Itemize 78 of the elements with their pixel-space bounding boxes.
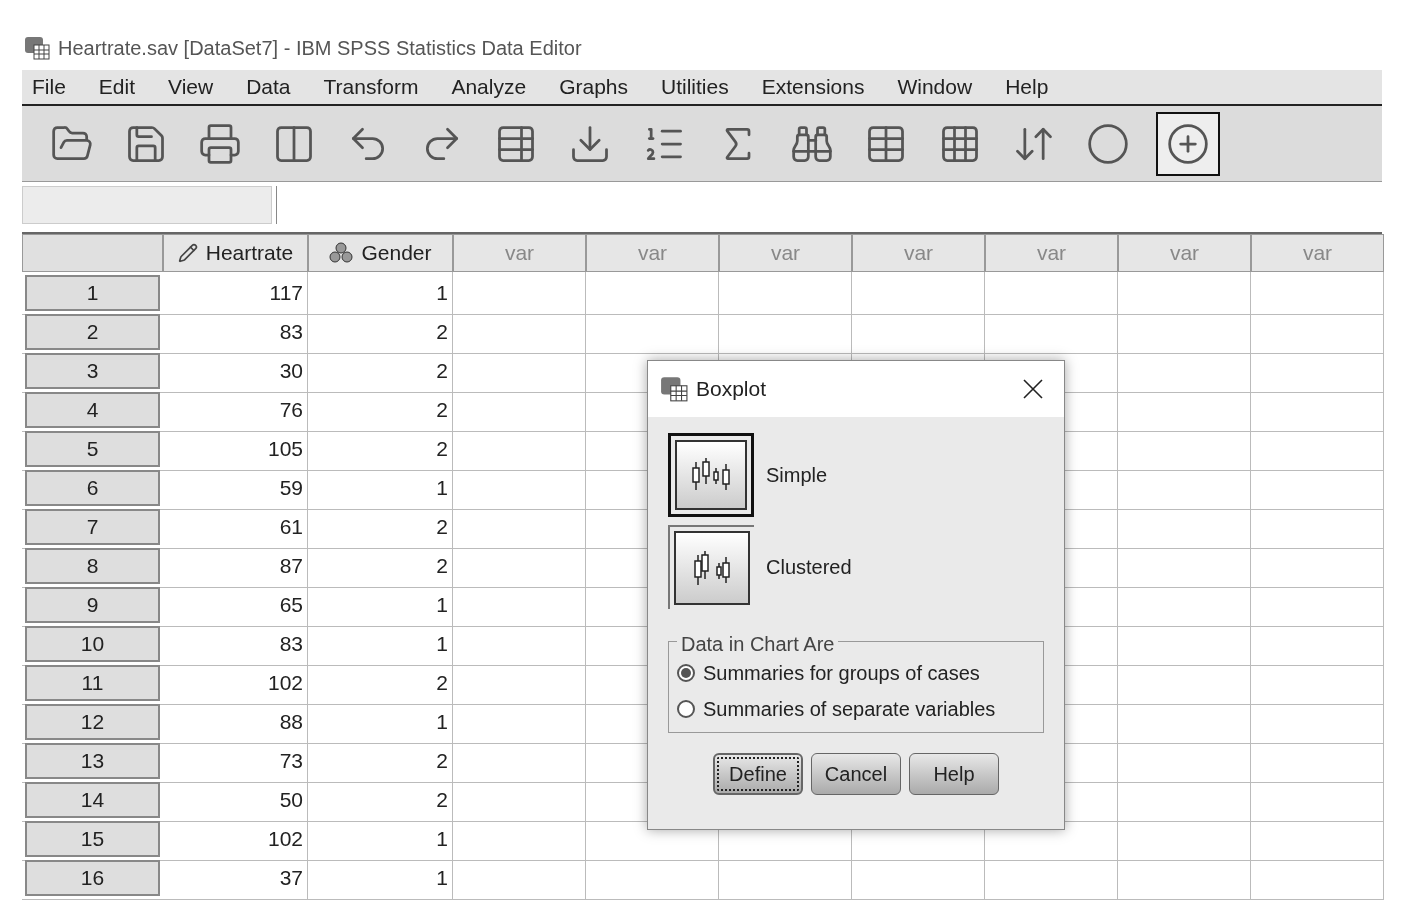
table-cell: 65 — [163, 584, 308, 627]
row-header[interactable]: 14 — [25, 782, 160, 818]
row-header[interactable]: 11 — [25, 665, 160, 701]
table-cell: 2 — [308, 506, 453, 549]
row-header[interactable]: 13 — [25, 743, 160, 779]
row-header[interactable]: 3 — [25, 353, 160, 389]
table-cell: 2 — [308, 389, 453, 432]
table-cell: 102 — [163, 662, 308, 705]
chart-type-label: Simple — [766, 463, 828, 488]
table-cell: 102 — [163, 818, 308, 861]
menu-item[interactable]: Edit — [88, 71, 146, 103]
table-cell: 1 — [308, 584, 453, 627]
chart-type-button[interactable] — [668, 433, 754, 517]
table-cell: 83 — [163, 623, 308, 666]
close-icon[interactable] — [1022, 378, 1044, 400]
column-header[interactable]: Gender — [308, 234, 453, 272]
radio-label: Summaries of separate variables — [703, 697, 996, 722]
table-cell: 1 — [308, 701, 453, 744]
menu-item[interactable]: Data — [236, 71, 301, 103]
row-header[interactable]: 6 — [25, 470, 160, 506]
radio-label: Summaries for groups of cases — [703, 661, 980, 686]
table-cell: 59 — [163, 467, 308, 510]
table-cell: 2 — [308, 428, 453, 471]
menu-item[interactable]: Utilities — [651, 71, 739, 103]
dialog-button[interactable]: Help — [909, 753, 999, 795]
row-header[interactable]: 1 — [25, 275, 160, 311]
menu-item[interactable]: Window — [887, 71, 983, 103]
table-cell: 2 — [308, 545, 453, 588]
radio-button[interactable] — [677, 664, 695, 682]
table-cell: 1 — [308, 623, 453, 666]
row-header[interactable]: 9 — [25, 587, 160, 623]
row-header[interactable]: 7 — [25, 509, 160, 545]
table-cell: 2 — [308, 662, 453, 705]
table-cell: 76 — [163, 389, 308, 432]
chart-type-label: Clustered — [766, 555, 852, 580]
menu-item[interactable]: View — [158, 71, 224, 103]
table-cell: 87 — [163, 545, 308, 588]
menu-item[interactable]: Help — [995, 71, 1059, 103]
table-cell: 2 — [308, 740, 453, 783]
row-header[interactable]: 16 — [25, 860, 160, 896]
cell-name-field[interactable] — [22, 186, 272, 224]
table-cell: 83 — [163, 311, 308, 354]
app-icon — [660, 376, 688, 402]
column-header[interactable]: Heartrate — [163, 234, 308, 272]
table-cell: 88 — [163, 701, 308, 744]
table-cell: 30 — [163, 350, 308, 393]
table-cell: 50 — [163, 779, 308, 822]
row-header[interactable]: 15 — [25, 821, 160, 857]
row-header[interactable]: 10 — [25, 626, 160, 662]
table-cell: 2 — [308, 350, 453, 393]
table-cell: 73 — [163, 740, 308, 783]
table-cell: 37 — [163, 857, 308, 900]
table-cell: 2 — [308, 779, 453, 822]
row-header[interactable]: 4 — [25, 392, 160, 428]
menu-item[interactable]: Extensions — [751, 71, 875, 103]
row-header[interactable]: 2 — [25, 314, 160, 350]
table-cell: 61 — [163, 506, 308, 549]
menu-item[interactable]: Graphs — [549, 71, 639, 103]
chart-type-button[interactable] — [668, 525, 754, 609]
menu-item[interactable]: File — [22, 71, 76, 103]
table-cell: 105 — [163, 428, 308, 471]
table-cell: 1 — [308, 857, 453, 900]
menu-item[interactable]: Transform — [313, 71, 429, 103]
dialog-title: Boxplot — [696, 376, 768, 403]
table-cell: 2 — [308, 311, 453, 354]
app-icon — [24, 36, 50, 60]
table-cell: 1 — [308, 272, 453, 315]
radio-button[interactable] — [677, 700, 695, 718]
row-header[interactable]: 5 — [25, 431, 160, 467]
row-header[interactable]: 12 — [25, 704, 160, 740]
table-cell: 1 — [308, 467, 453, 510]
window-title: Heartrate.sav [DataSet7] - IBM SPSS Statistics Data Editor — [58, 36, 582, 61]
menu-item[interactable]: Analyze — [441, 71, 537, 103]
table-cell: 117 — [163, 272, 308, 315]
dialog-button[interactable]: Cancel — [811, 753, 901, 795]
table-cell: 1 — [308, 818, 453, 861]
dialog-button[interactable]: Define — [713, 753, 803, 795]
row-header[interactable]: 8 — [25, 548, 160, 584]
